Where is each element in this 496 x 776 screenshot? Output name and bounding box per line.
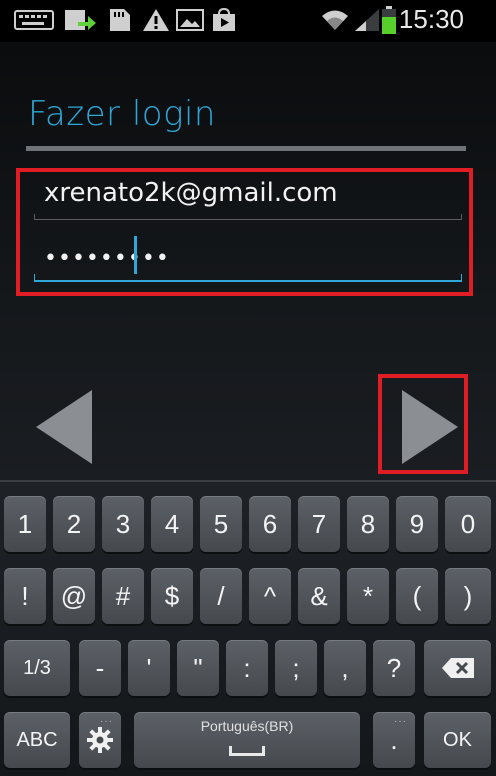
status-clock: 15:30 bbox=[398, 4, 464, 34]
key-caret[interactable]: ^ bbox=[249, 568, 291, 624]
key-ampersand[interactable]: & bbox=[298, 568, 340, 624]
on-screen-keyboard: 1 2 3 4 5 6 7 8 9 0 ! @ # $ / ^ & * ( ) … bbox=[0, 480, 496, 776]
fields-highlight-box bbox=[16, 168, 473, 296]
key-ok[interactable]: OK bbox=[424, 712, 491, 768]
key-4[interactable]: 4 bbox=[151, 496, 193, 552]
play-store-icon bbox=[213, 8, 235, 31]
login-screen: Fazer login xrenato2k@gmail.com ••••••••… bbox=[0, 42, 496, 480]
key-hash[interactable]: # bbox=[102, 568, 144, 624]
key-backspace[interactable] bbox=[424, 640, 491, 696]
key-quote[interactable]: " bbox=[177, 640, 219, 696]
key-8[interactable]: 8 bbox=[347, 496, 389, 552]
gallery-icon bbox=[176, 9, 204, 31]
key-period[interactable]: ··· . bbox=[373, 712, 415, 768]
key-more-dots: ··· bbox=[100, 716, 113, 727]
key-1[interactable]: 1 bbox=[4, 496, 46, 552]
key-6[interactable]: 6 bbox=[249, 496, 291, 552]
next-highlight-box bbox=[378, 374, 468, 474]
battery-icon bbox=[382, 6, 396, 34]
key-symbols-page[interactable]: 1/3 bbox=[4, 640, 70, 696]
key-apostrophe[interactable]: ' bbox=[128, 640, 170, 696]
backspace-icon bbox=[441, 658, 474, 678]
gear-icon bbox=[87, 727, 113, 753]
key-settings[interactable]: ··· bbox=[79, 712, 121, 768]
key-dollar[interactable]: $ bbox=[151, 568, 193, 624]
key-open-paren[interactable]: ( bbox=[396, 568, 438, 624]
key-5[interactable]: 5 bbox=[200, 496, 242, 552]
page-title: Fazer login bbox=[28, 94, 216, 134]
key-comma[interactable]: , bbox=[324, 640, 366, 696]
key-3[interactable]: 3 bbox=[102, 496, 144, 552]
wifi-icon bbox=[322, 10, 348, 30]
signal-icon bbox=[355, 9, 379, 31]
sd-card-icon bbox=[110, 9, 130, 31]
key-0[interactable]: 0 bbox=[445, 496, 491, 552]
key-asterisk[interactable]: * bbox=[347, 568, 389, 624]
key-slash[interactable]: / bbox=[200, 568, 242, 624]
key-abc[interactable]: ABC bbox=[4, 712, 70, 768]
keyboard-icon bbox=[14, 10, 54, 30]
previous-arrow-button[interactable] bbox=[34, 388, 94, 466]
key-7[interactable]: 7 bbox=[298, 496, 340, 552]
key-colon[interactable]: : bbox=[226, 640, 268, 696]
key-more-dots: ··· bbox=[394, 716, 407, 727]
key-space[interactable]: Português(BR) bbox=[134, 712, 360, 768]
key-2[interactable]: 2 bbox=[53, 496, 95, 552]
space-language-label: Português(BR) bbox=[200, 718, 294, 734]
key-9[interactable]: 9 bbox=[396, 496, 438, 552]
warning-icon bbox=[143, 9, 169, 31]
key-dash[interactable]: - bbox=[79, 640, 121, 696]
key-semicolon[interactable]: ; bbox=[275, 640, 317, 696]
status-bar: 15:30 bbox=[0, 0, 496, 42]
upload-icon bbox=[65, 10, 96, 30]
space-bar-icon bbox=[229, 746, 265, 756]
key-question[interactable]: ? bbox=[373, 640, 415, 696]
title-divider bbox=[26, 146, 466, 151]
key-at[interactable]: @ bbox=[53, 568, 95, 624]
key-close-paren[interactable]: ) bbox=[445, 568, 491, 624]
key-exclamation[interactable]: ! bbox=[4, 568, 46, 624]
